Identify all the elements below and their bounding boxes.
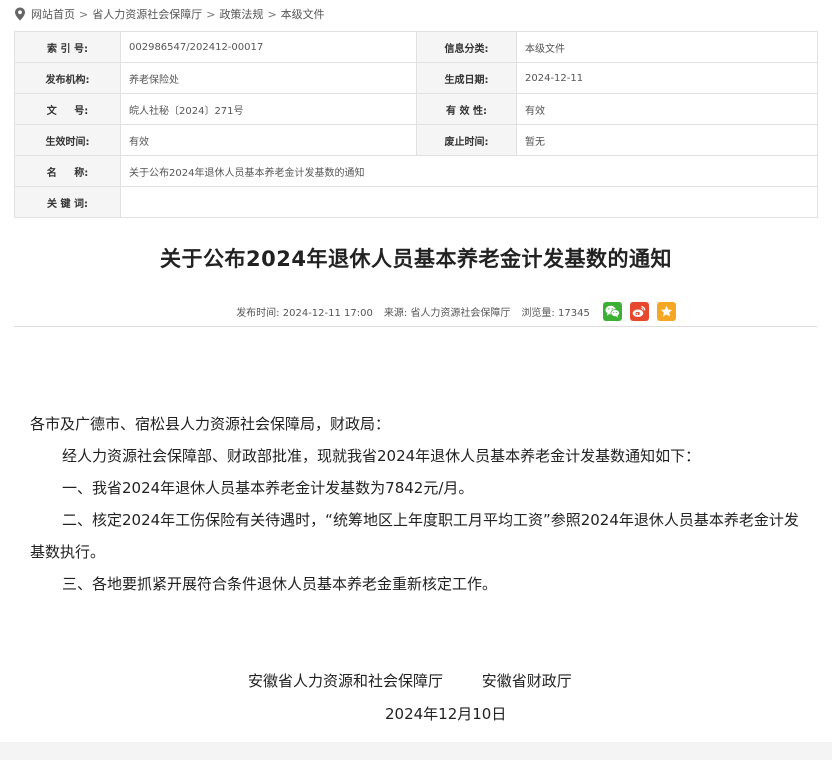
favorite-button[interactable]: [656, 301, 676, 321]
repeal-time-value: 暂无: [516, 124, 818, 156]
publisher-label: 发布机构:: [14, 62, 121, 94]
table-row: 文 号: 皖人社秘〔2024〕271号 有 效 性: 有效: [14, 93, 818, 125]
article-title: 关于公布2024年退休人员基本养老金计发基数的通知: [160, 247, 672, 271]
share-buttons: [602, 301, 684, 321]
source-label: 来源:: [383, 307, 408, 319]
publish-time-value: 2024-12-11 17:00: [282, 307, 373, 319]
effective-time-value: 有效: [120, 124, 417, 156]
table-row: 名 称: 关于公布2024年退休人员基本养老金计发基数的通知: [14, 155, 818, 187]
page-bottom-band: [0, 742, 832, 760]
document-name-value: 关于公布2024年退休人员基本养老金计发基数的通知: [120, 155, 818, 187]
table-row: 关 键 词:: [14, 186, 818, 218]
keywords-label: 关 键 词:: [14, 186, 121, 218]
category-label: 信息分类:: [416, 31, 517, 63]
view-count: 浏览量: 17345: [521, 304, 589, 319]
keywords-value: [120, 186, 818, 218]
divider: [14, 326, 817, 327]
effective-time-label: 生效时间:: [14, 124, 121, 156]
document-metadata-table: 索 引 号: 002986547/202412-00017 信息分类: 本级文件…: [14, 31, 818, 218]
signatories: 安徽省人力资源和社会保障厅 安徽省财政厅: [248, 670, 606, 691]
validity-label: 有 效 性:: [416, 93, 517, 125]
breadcrumb-separator: >: [79, 7, 89, 21]
category-value: 本级文件: [516, 31, 818, 63]
wechat-icon: [605, 305, 620, 318]
breadcrumb: 网站首页 > 省人力资源社会保障厅 > 政策法规 > 本级文件: [14, 5, 325, 23]
source-value: 省人力资源社会保障厅: [410, 307, 511, 319]
created-date-value: 2024-12-11: [516, 62, 818, 94]
article-info-bar: 发布时间: 2024-12-11 17:00 来源: 省人力资源社会保障厅 浏览…: [0, 300, 832, 322]
breadcrumb-department-link[interactable]: 省人力资源社会保障厅: [92, 6, 202, 22]
created-date-label: 生成日期:: [416, 62, 517, 94]
breadcrumb-current-link[interactable]: 本级文件: [281, 6, 325, 22]
star-icon: [660, 305, 673, 317]
breadcrumb-separator: >: [206, 7, 216, 21]
paragraph-1: 经人力资源社会保障部、财政部批准，现就我省2024年退休人员基本养老金计发基数通…: [62, 447, 701, 465]
breadcrumb-policy-link[interactable]: 政策法规: [219, 6, 263, 22]
paragraph-2: 一、我省2024年退休人员基本养老金计发基数为7842元/月。: [62, 479, 474, 497]
weibo-icon: [633, 305, 646, 317]
paragraph-4: 三、各地要抓紧开展符合条件退休人员基本养老金重新核定工作。: [62, 575, 498, 593]
views-value: 17345: [558, 307, 590, 319]
document-number-label: 文 号:: [14, 93, 121, 125]
table-row: 生效时间: 有效 废止时间: 暂无: [14, 124, 818, 156]
table-row: 索 引 号: 002986547/202412-00017 信息分类: 本级文件: [14, 31, 818, 63]
wechat-share-button[interactable]: [602, 301, 622, 321]
table-row: 发布机构: 养老保险处 生成日期: 2024-12-11: [14, 62, 818, 94]
signatory-finance: 安徽省财政厅: [481, 672, 572, 690]
views-label: 浏览量:: [521, 307, 555, 319]
publish-time: 发布时间: 2024-12-11 17:00: [236, 304, 373, 319]
document-number-value: 皖人社秘〔2024〕271号: [120, 93, 417, 125]
publisher-value: 养老保险处: [120, 62, 417, 94]
article-body: 各市及广德市、宿松县人力资源社会保障局，财政局： 经人力资源社会保障部、财政部批…: [30, 408, 810, 600]
breadcrumb-home-link[interactable]: 网站首页: [31, 6, 75, 22]
publish-time-label: 发布时间:: [236, 307, 280, 319]
weibo-share-button[interactable]: [629, 301, 649, 321]
location-pin-icon: [15, 7, 25, 21]
index-value: 002986547/202412-00017: [120, 31, 417, 63]
signatory-hrss: 安徽省人力资源和社会保障厅: [248, 672, 444, 690]
paragraph-3: 二、核定2024年工伤保险有关待遇时，“统筹地区上年度职工月平均工资”参照202…: [30, 511, 799, 561]
validity-value: 有效: [516, 93, 818, 125]
index-label: 索 引 号:: [14, 31, 121, 63]
breadcrumb-separator: >: [267, 7, 277, 21]
source: 来源: 省人力资源社会保障厅: [384, 304, 511, 319]
document-name-label: 名 称:: [14, 155, 121, 187]
issue-date: 2024年12月10日: [385, 705, 507, 723]
repeal-time-label: 废止时间:: [416, 124, 517, 156]
salutation: 各市及广德市、宿松县人力资源社会保障局，财政局：: [30, 415, 391, 433]
